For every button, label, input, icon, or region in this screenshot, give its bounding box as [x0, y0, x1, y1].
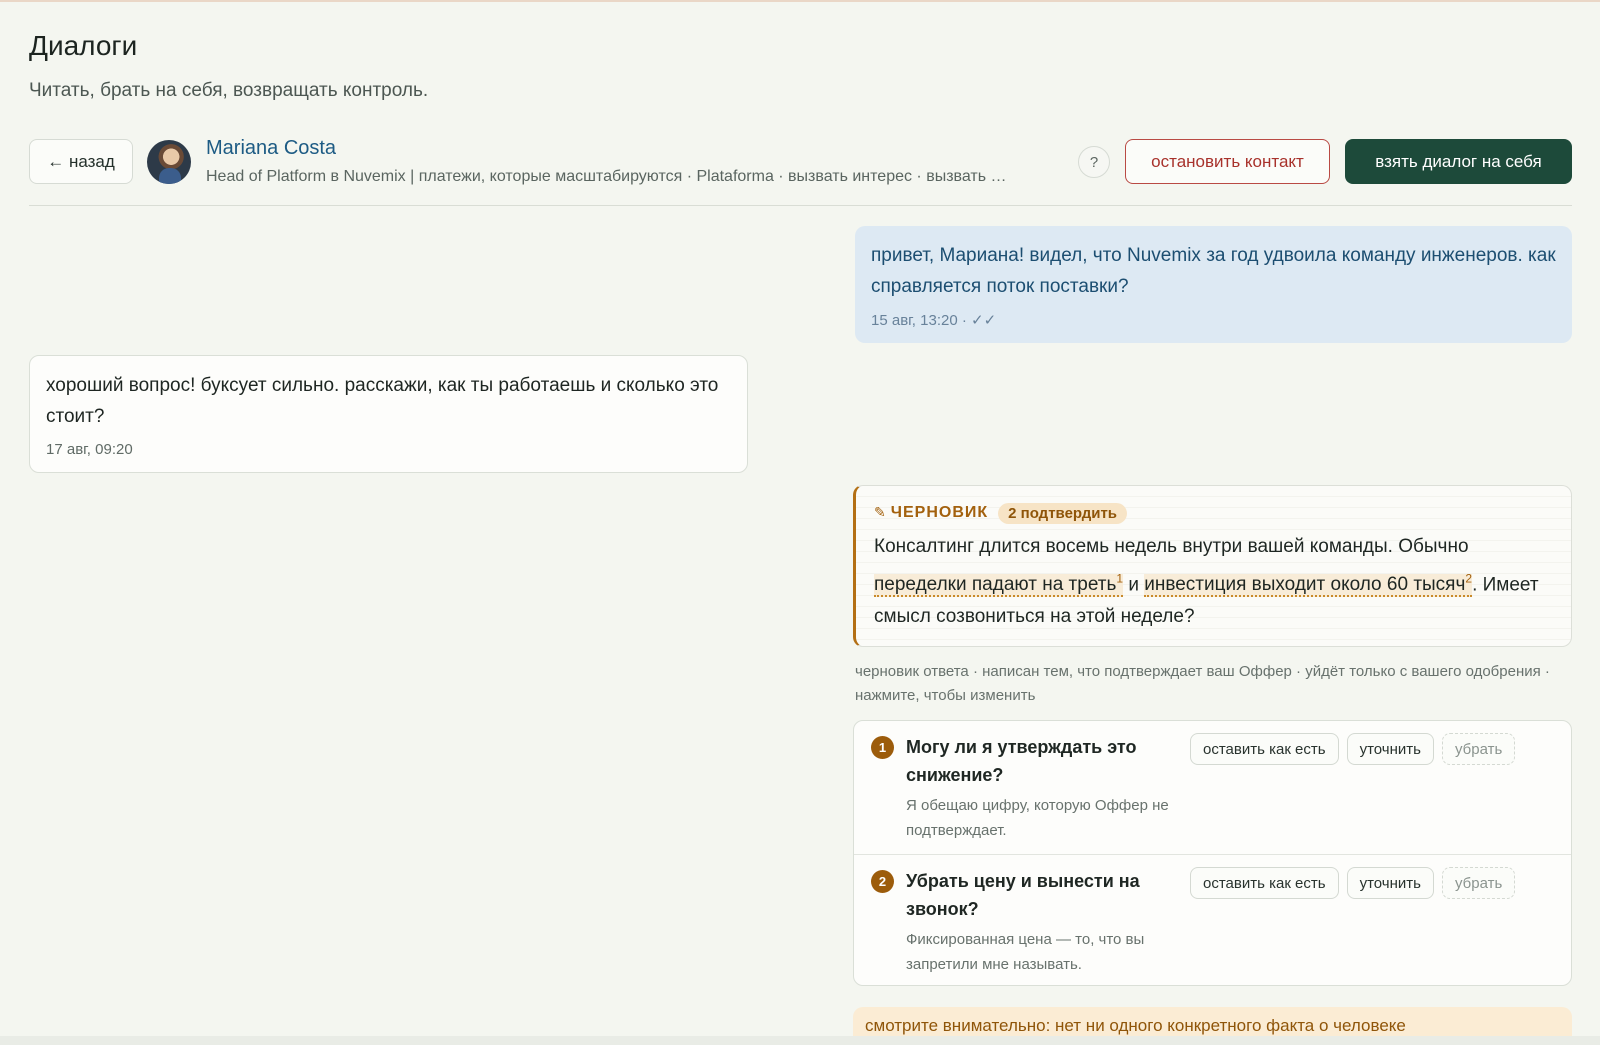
draft-label-text: ЧЕРНОВИК — [890, 504, 989, 521]
draft-note: черновик ответа · написан тем, что подтв… — [855, 663, 1550, 704]
draft-claim-2[interactable]: инвестиция выходит около 60 тысяч2 — [1144, 572, 1473, 598]
refine-button[interactable]: уточнить — [1346, 867, 1434, 899]
draft-claim-2-text: инвестиция выходит около 60 тысяч — [1144, 574, 1466, 596]
question-description: Фиксированная цена — то, что вы запретил… — [906, 931, 1145, 973]
page-subtitle: Читать, брать на себя, возвращать контро… — [29, 80, 429, 101]
stop-contact-button[interactable]: остановить контакт — [1125, 139, 1330, 184]
incoming-message-text: хороший вопрос! буксует сильно. расскажи… — [46, 375, 719, 427]
help-button[interactable]: ? — [1078, 146, 1110, 178]
draft-claim-1-text: переделки падают на треть — [874, 574, 1117, 596]
contact-name-link[interactable]: Mariana Costa — [206, 137, 336, 160]
contact-headline: Head of Platform в Nuvemix | платежи, ко… — [206, 168, 1007, 185]
draft-claim-1[interactable]: переделки падают на треть1 — [874, 572, 1124, 598]
outgoing-message: привет, Мариана! видел, что Nuvemix за г… — [855, 226, 1572, 343]
top-accent-line — [0, 0, 1600, 2]
remove-button[interactable]: убрать — [1441, 867, 1516, 899]
remove-button[interactable]: убрать — [1441, 733, 1516, 765]
draft-text[interactable]: Консалтинг длится восемь недель внутри в… — [874, 531, 1553, 633]
draft-text-mid: и — [1123, 574, 1145, 596]
draft-reply[interactable]: ✎ ЧЕРНОВИК 2 подтвердить Консалтинг длитс… — [853, 485, 1572, 647]
take-over-dialog-button[interactable]: взять диалог на себя — [1345, 139, 1572, 184]
question-description: Я обещаю цифру, которую Оффер не подтвер… — [906, 797, 1169, 839]
question-number-badge: 1 — [871, 736, 894, 759]
keep-as-is-button[interactable]: оставить как есть — [1190, 733, 1339, 765]
keep-as-is-button[interactable]: оставить как есть — [1190, 867, 1339, 899]
outgoing-message-text: привет, Мариана! видел, что Nuvemix за г… — [871, 245, 1556, 297]
question-title: Убрать цену и вынести на звонок? — [906, 871, 1140, 919]
back-button[interactable]: ← назад — [29, 139, 133, 184]
refine-button[interactable]: уточнить — [1346, 733, 1434, 765]
question-title: Могу ли я утверждать это снижение? — [906, 737, 1137, 785]
confirm-count-badge: 2 подтвердить — [998, 502, 1128, 524]
page-title: Диалоги — [29, 30, 138, 61]
header-divider — [29, 205, 1572, 206]
question-row: 1 Могу ли я утверждать это снижение? Я о… — [854, 721, 1571, 854]
draft-label: ✎ ЧЕРНОВИК — [874, 504, 988, 522]
incoming-message-meta: 17 авг, 09:20 — [46, 441, 133, 458]
pencil-icon: ✎ — [874, 504, 887, 520]
bottom-scroll-bar — [0, 1036, 1600, 1045]
question-row: 2 Убрать цену и вынести на звонок? Фикси… — [854, 854, 1571, 987]
question-number-badge: 2 — [871, 870, 894, 893]
draft-text-start: Консалтинг длится восемь недель внутри в… — [874, 536, 1469, 557]
incoming-message: хороший вопрос! буксует сильно. расскажи… — [29, 355, 748, 473]
contact-avatar — [147, 140, 191, 184]
outgoing-message-meta: 15 авг, 13:20 · ✓✓ — [871, 312, 997, 329]
confirmation-questions: 1 Могу ли я утверждать это снижение? Я о… — [853, 720, 1572, 986]
